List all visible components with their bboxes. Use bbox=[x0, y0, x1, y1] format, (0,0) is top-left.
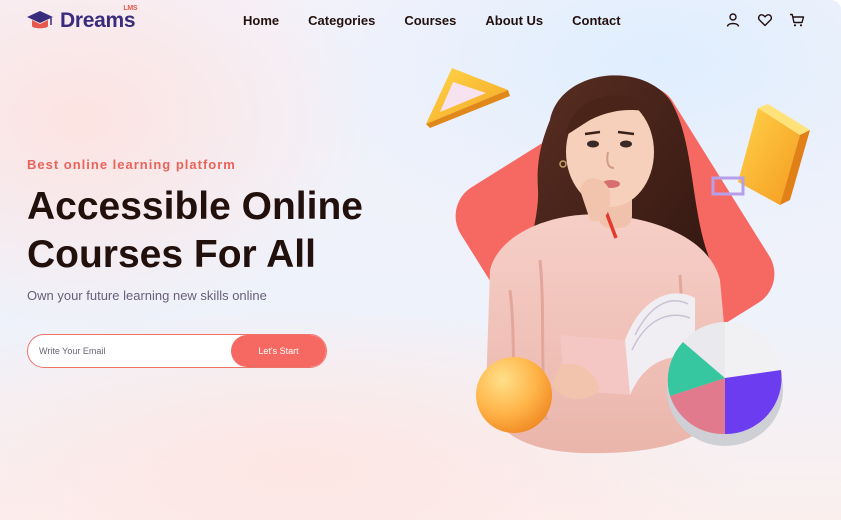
hero-eyebrow: Best online learning platform bbox=[27, 157, 236, 172]
nav-contact[interactable]: Contact bbox=[572, 13, 620, 28]
nav-home[interactable]: Home bbox=[243, 13, 279, 28]
graduation-cap-icon bbox=[27, 11, 53, 29]
nav-about-us[interactable]: About Us bbox=[485, 13, 543, 28]
site-header: Dreams LMS Home Categories Courses About… bbox=[0, 0, 841, 44]
lets-start-button[interactable]: Let's Start bbox=[231, 335, 326, 367]
brand-name-text: Dreams bbox=[60, 9, 136, 32]
brand-logo[interactable]: Dreams LMS bbox=[26, 5, 138, 35]
brand-name: Dreams LMS bbox=[60, 5, 138, 33]
heart-icon[interactable] bbox=[757, 12, 773, 28]
brand-suffix: LMS bbox=[123, 5, 138, 12]
landing-page: Dreams LMS Home Categories Courses About… bbox=[0, 0, 841, 520]
hero-illustration bbox=[426, 68, 810, 454]
nav-courses[interactable]: Courses bbox=[404, 13, 456, 28]
orange-ball-shape bbox=[476, 357, 552, 433]
hero-subtitle: Own your future learning new skills onli… bbox=[27, 288, 267, 303]
cart-icon[interactable] bbox=[789, 12, 805, 28]
email-signup-form: Let's Start bbox=[27, 334, 327, 368]
header-actions bbox=[709, 12, 805, 28]
pie-chart-shape bbox=[667, 321, 783, 446]
hero-title: Accessible Online Courses For All bbox=[27, 185, 363, 276]
nav-categories[interactable]: Categories bbox=[308, 13, 375, 28]
triangle-ruler-shape bbox=[426, 68, 510, 128]
user-icon[interactable] bbox=[725, 12, 741, 28]
main-nav: Home Categories Courses About Us Contact bbox=[243, 13, 650, 28]
email-input[interactable] bbox=[28, 335, 238, 367]
